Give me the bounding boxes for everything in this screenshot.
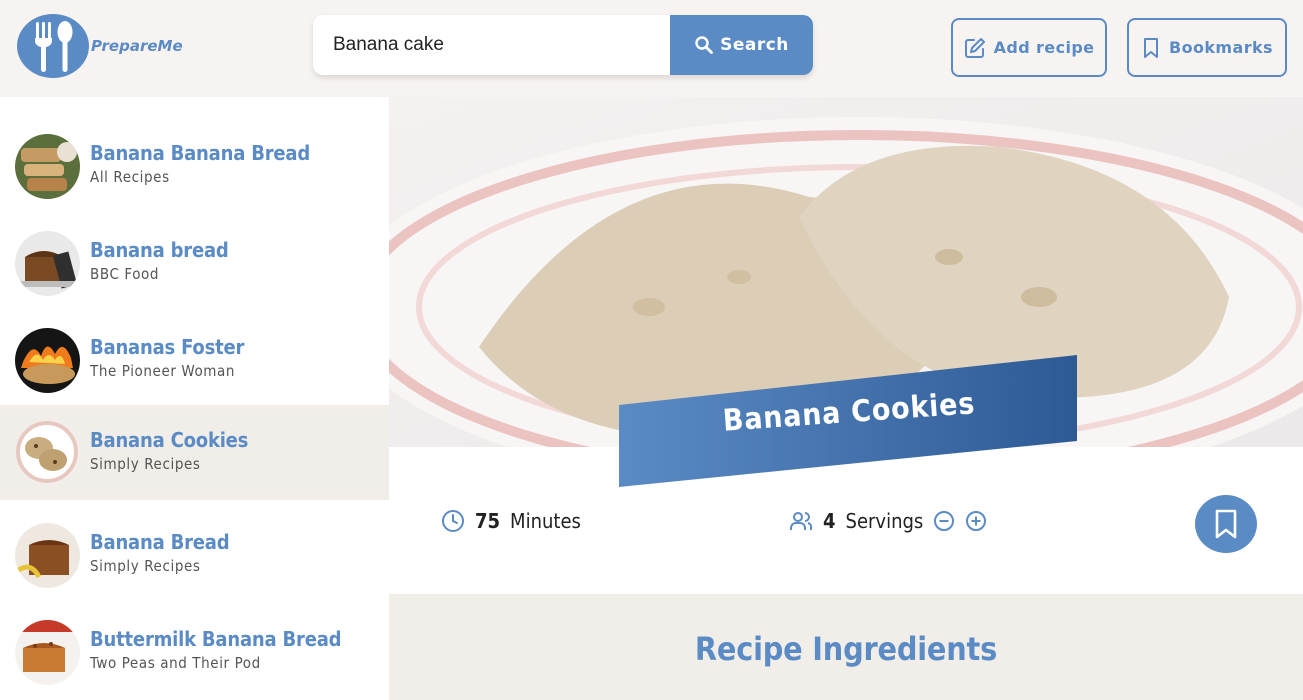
recipe-thumbnail — [15, 231, 80, 296]
plus-circle-icon — [966, 511, 987, 531]
app-name: PrepareMe — [91, 37, 183, 55]
search-bar: Search — [313, 15, 813, 75]
bookmarks-label: Bookmarks — [1169, 38, 1273, 57]
result-item[interactable]: Banana bread BBC Food — [0, 216, 389, 310]
result-title: Banana Banana Bread — [90, 141, 311, 165]
clock-icon — [442, 510, 464, 532]
result-title: Banana Cookies — [90, 428, 249, 452]
edit-icon — [964, 37, 985, 58]
decrease-servings-button[interactable] — [933, 510, 955, 532]
result-title: Bananas Foster — [90, 335, 245, 359]
result-item-active[interactable]: Banana Cookies Simply Recipes — [0, 405, 389, 500]
recipe-thumbnail — [15, 134, 80, 199]
search-icon — [695, 36, 713, 54]
minutes-value: 75 — [475, 509, 501, 533]
result-title: Buttermilk Banana Bread — [90, 627, 342, 651]
result-item[interactable]: Buttermilk Banana Bread Two Peas and The… — [0, 605, 389, 699]
result-publisher: Simply Recipes — [90, 455, 201, 473]
minutes-label: Minutes — [510, 509, 581, 533]
result-publisher: Simply Recipes — [90, 557, 201, 575]
servings: 4 Servings — [789, 509, 987, 533]
recipe-thumbnail — [15, 523, 80, 588]
header: PrepareMe Search Add recipe Bookmarks — [0, 0, 1303, 97]
search-results: Banana Banana Bread All Recipes Banana b… — [0, 97, 389, 700]
result-item[interactable]: Bananas Foster The Pioneer Woman — [0, 313, 389, 407]
cooking-time: 75 Minutes — [441, 509, 581, 533]
add-recipe-label: Add recipe — [993, 38, 1095, 57]
bookmark-icon — [1215, 509, 1237, 539]
servings-value: 4 — [823, 509, 836, 533]
search-input[interactable] — [313, 15, 670, 75]
recipe-thumbnail — [15, 328, 80, 393]
search-button[interactable]: Search — [670, 15, 813, 75]
result-item[interactable]: Banana Banana Bread All Recipes — [0, 119, 389, 213]
recipe-info: 75 Minutes 4 Servings — [389, 447, 1303, 594]
bookmark-recipe-button[interactable] — [1195, 495, 1257, 553]
result-publisher: BBC Food — [90, 265, 160, 283]
recipe-thumbnail — [15, 620, 80, 685]
add-recipe-button[interactable]: Add recipe — [951, 18, 1107, 77]
bookmarks-button[interactable]: Bookmarks — [1127, 18, 1287, 77]
recipe-thumbnail — [15, 420, 80, 485]
ingredients-section: Recipe Ingredients — [389, 594, 1303, 700]
search-button-label: Search — [720, 35, 789, 55]
minus-circle-icon — [934, 511, 955, 531]
result-publisher: The Pioneer Woman — [90, 362, 236, 380]
result-title: Banana Bread — [90, 530, 230, 554]
increase-servings-button[interactable] — [965, 510, 987, 532]
users-icon — [790, 512, 813, 530]
result-publisher: All Recipes — [90, 168, 170, 186]
servings-label: Servings — [845, 509, 924, 533]
logo[interactable]: PrepareMe — [17, 14, 183, 78]
recipe-view: Banana Cookies 75 Minutes 4 Servings Rec… — [389, 97, 1303, 700]
ingredients-heading: Recipe Ingredients — [694, 630, 998, 668]
result-publisher: Two Peas and Their Pod — [90, 654, 261, 672]
result-item[interactable]: Banana Bread Simply Recipes — [0, 508, 389, 602]
bookmark-icon — [1144, 37, 1159, 58]
result-title: Banana bread — [90, 238, 229, 262]
fork-spoon-icon — [17, 14, 89, 78]
